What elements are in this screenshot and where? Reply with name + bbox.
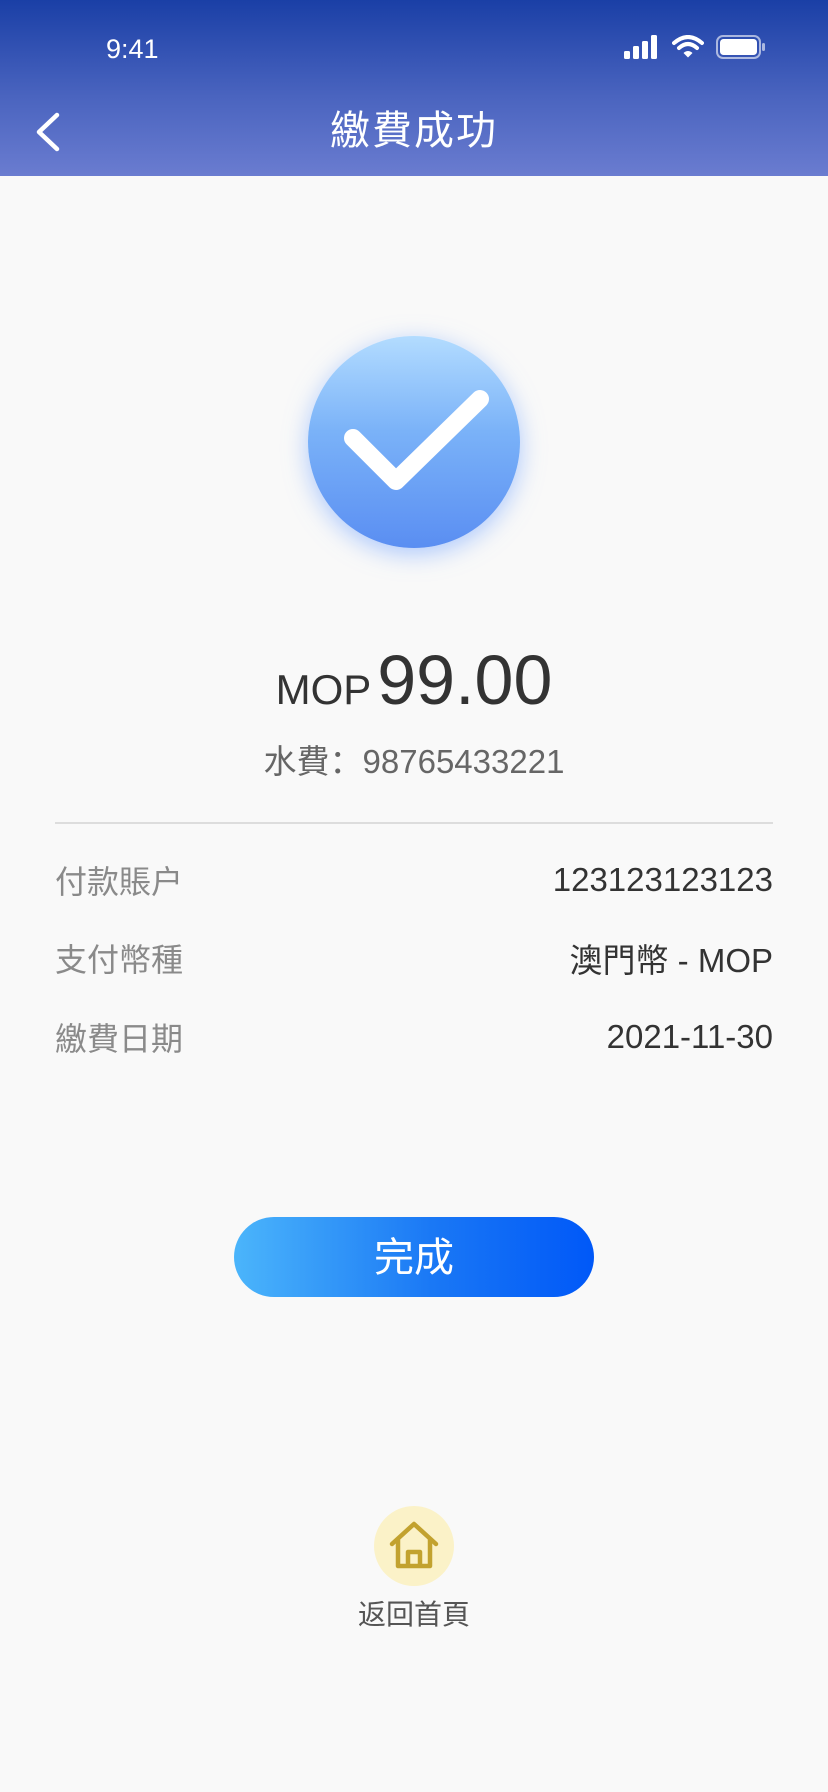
divider [55,822,773,824]
battery-icon [716,35,765,59]
signal-icon [624,35,657,59]
detail-row-currency: 支付幣種 澳門幣 - MOP [55,936,773,980]
detail-label: 繳費日期 [55,1021,184,1057]
detail-label: 付款賬户 [55,864,184,900]
back-to-home-link[interactable]: 返回首頁 [334,1506,494,1636]
status-icons [624,32,766,62]
done-button[interactable]: 完成 [234,1217,594,1297]
status-time: 9:41 [106,34,159,64]
check-circle-icon [308,336,520,548]
detail-value: 澳門幣 - MOP [569,942,774,979]
home-label[interactable]: 返回首頁 [334,1598,494,1632]
amount-value: 99.00 [377,641,553,719]
detail-label: 支付幣種 [55,942,184,978]
detail-value: 2021-11-30 [606,1018,773,1055]
wifi-icon [672,35,704,58]
bill-reference: 水費：98765433221 [263,743,565,780]
amount-currency: MOP [275,666,372,713]
detail-value: 123123123123 [552,861,773,898]
detail-row-payment-account: 付款賬户 123123123123 [55,858,773,902]
page-title: 繳費成功 [330,109,498,153]
detail-row-payment-date: 繳費日期 2021-11-30 [55,1015,773,1059]
payment-amount: MOP99.00 [0,640,828,724]
nav-header: 9:41 繳費成功 [0,0,828,176]
home-icon[interactable] [374,1506,454,1586]
